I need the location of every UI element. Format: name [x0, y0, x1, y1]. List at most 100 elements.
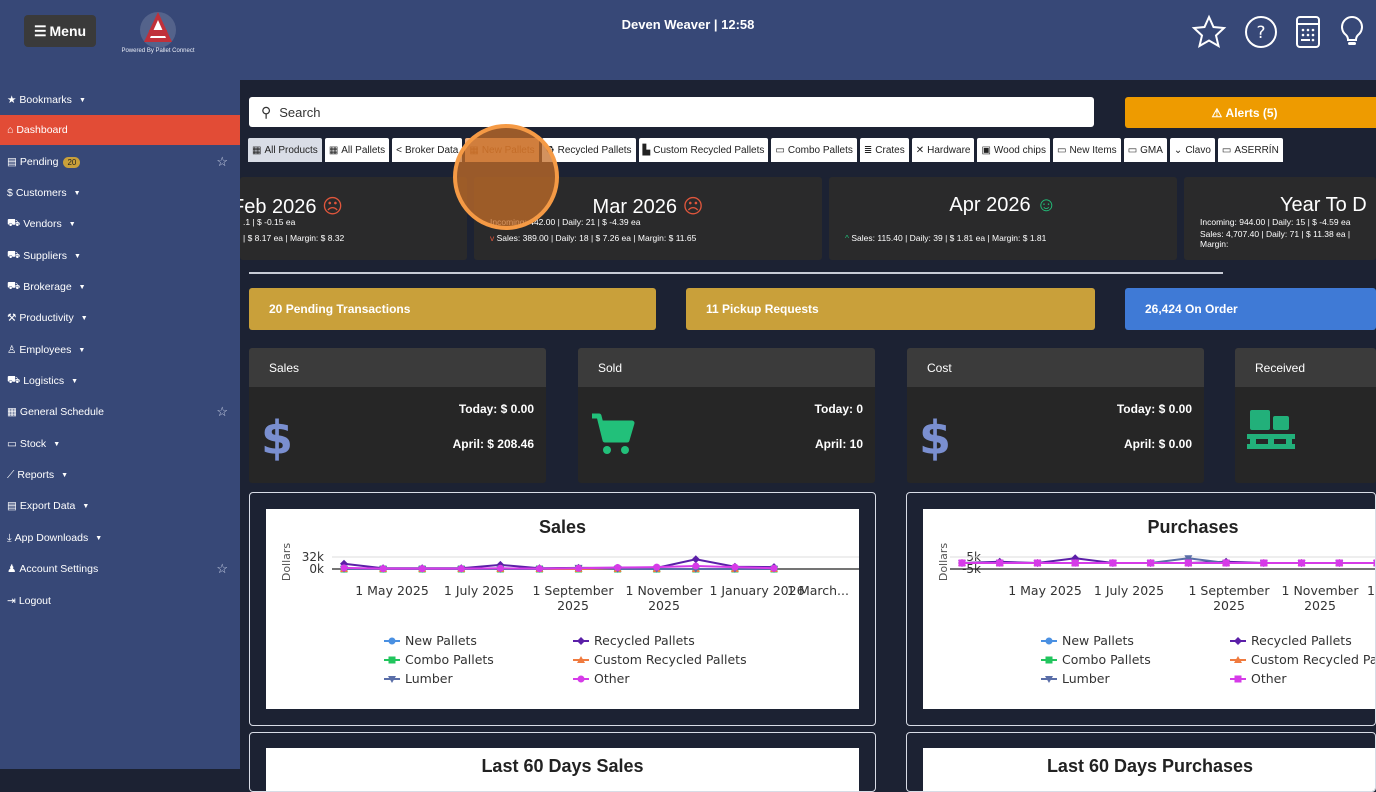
stat-month: April: $ 0.00 — [1124, 437, 1192, 451]
tab-icon: ▙ — [643, 145, 651, 156]
month-title-text: Mar 2026 — [593, 196, 678, 218]
sidebar-icon: ♟ — [7, 563, 16, 575]
sidebar-item-stock[interactable]: ▭Stock▼ — [0, 429, 240, 459]
sidebar-item-dashboard[interactable]: ⌂Dashboard — [0, 115, 240, 145]
caret-down-icon: ▼ — [61, 472, 68, 479]
legend-item[interactable]: Other — [573, 671, 630, 686]
legend-item[interactable]: Combo Pallets — [384, 652, 494, 667]
sidebar-item-logout[interactable]: ⇥Logout — [0, 586, 240, 616]
tab-new-items[interactable]: ▭New Items — [1053, 138, 1121, 162]
search-input[interactable]: ⚲Search — [249, 97, 1094, 127]
last-60-purchases-panel: Last 60 Days Purchases — [906, 732, 1376, 792]
tab-hardware[interactable]: ✕Hardware — [912, 138, 975, 162]
star-icon[interactable] — [1191, 14, 1227, 50]
legend-item[interactable]: Lumber — [1041, 671, 1110, 686]
sidebar-item-label: Dashboard — [16, 124, 67, 136]
sidebar-item-export-data[interactable]: ▤Export Data▼ — [0, 491, 240, 521]
data-point — [1046, 638, 1053, 645]
legend-label: Recycled Pallets — [1251, 633, 1352, 648]
lightbulb-icon[interactable] — [1334, 14, 1370, 50]
sidebar-item-logistics[interactable]: ⛟Logistics▼ — [0, 366, 240, 396]
sidebar-item-customers[interactable]: $Customers▼ — [0, 178, 240, 208]
sidebar-item-app-downloads[interactable]: ⤓App Downloads▼ — [0, 523, 240, 553]
status-label: Pending Transactions — [286, 302, 411, 316]
legend-item[interactable]: New Pallets — [384, 633, 477, 648]
sidebar-icon: ▭ — [7, 438, 17, 450]
stat-month: April: $ 208.46 — [453, 437, 534, 451]
data-point — [341, 564, 348, 571]
sidebar-item-label: Suppliers — [23, 250, 67, 262]
logo[interactable]: Powered By Pallet Connect — [112, 8, 204, 58]
legend-item[interactable]: Custom Recycled Pallets — [1230, 652, 1376, 667]
sidebar-item-label: Productivity — [19, 312, 73, 324]
tab-broker-data[interactable]: <Broker Data — [392, 138, 462, 162]
sidebar-item-productivity[interactable]: ⚒Productivity▼ — [0, 303, 240, 333]
sidebar-icon: $ — [7, 187, 13, 199]
legend-item[interactable]: Lumber — [384, 671, 453, 686]
legend-item[interactable]: Combo Pallets — [1041, 652, 1151, 667]
sidebar-item-vendors[interactable]: ⛟Vendors▼ — [0, 209, 240, 239]
legend-item[interactable]: Recycled Pallets — [1230, 633, 1352, 648]
legend-item[interactable]: Recycled Pallets — [573, 633, 695, 648]
tab-crates[interactable]: ≣Crates — [860, 138, 909, 162]
tab-custom-recycled-pallets[interactable]: ▙Custom Recycled Pallets — [639, 138, 769, 162]
stat-card-sales: Sales$Today: $ 0.00April: $ 208.46 — [249, 348, 546, 483]
tab-clavo[interactable]: ⌄Clavo — [1170, 138, 1215, 162]
sidebar-item-bookmarks[interactable]: ★Bookmarks▼ — [0, 85, 240, 115]
sad-face-icon: ☹ — [317, 196, 343, 218]
stat-title: Received — [1235, 348, 1376, 387]
legend-item[interactable]: Other — [1230, 671, 1287, 686]
x-tick-line: 1 September — [1188, 583, 1270, 598]
status-bar-on-order[interactable]: 26,424 On Order — [1125, 288, 1376, 330]
sidebar-item-reports[interactable]: ⟋Reports▼ — [0, 460, 240, 490]
month-title-text: Feb 2026 — [240, 196, 317, 218]
bookmark-star-icon[interactable]: ☆ — [216, 154, 228, 170]
x-tick-label: 1 September2025 — [532, 583, 614, 613]
data-point — [1185, 560, 1192, 567]
tab-icon: ▦ — [329, 145, 338, 156]
tab-wood-chips[interactable]: ▣Wood chips — [977, 138, 1050, 162]
legend-label: Custom Recycled Pallets — [594, 652, 747, 667]
status-count: 26,424 — [1145, 302, 1182, 316]
tab-combo-pallets[interactable]: ▭Combo Pallets — [771, 138, 856, 162]
legend-item[interactable]: New Pallets — [1041, 633, 1134, 648]
happy-face-icon: ☺ — [1031, 194, 1057, 216]
tab-all-pallets[interactable]: ▦All Pallets — [325, 138, 389, 162]
status-label: On Order — [1185, 302, 1238, 316]
data-point — [692, 563, 699, 570]
sidebar-item-brokerage[interactable]: ⛟Brokerage▼ — [0, 272, 240, 302]
calculator-icon[interactable] — [1290, 14, 1326, 50]
sidebar: ★Bookmarks▼⌂Dashboard▤Pending20☆$Custome… — [0, 80, 240, 769]
data-point — [380, 565, 387, 572]
sidebar-item-suppliers[interactable]: ⛟Suppliers▼ — [0, 241, 240, 271]
tab-label: All Pallets — [341, 145, 385, 156]
sidebar-item-label: Export Data — [20, 500, 75, 512]
data-point — [1234, 637, 1242, 645]
x-tick-line: 2025 — [1213, 598, 1245, 613]
svg-text:$: $ — [919, 412, 949, 462]
help-icon[interactable]: ? — [1243, 14, 1279, 50]
x-tick-line: 2025 — [648, 598, 680, 613]
sidebar-item-account-settings[interactable]: ♟Account Settings☆ — [0, 554, 240, 584]
tab-gma[interactable]: ▭GMA — [1124, 138, 1167, 162]
tab-aserrín[interactable]: ▭ASERRÍN — [1218, 138, 1283, 162]
data-point — [996, 560, 1003, 567]
legend-item[interactable]: Custom Recycled Pallets — [573, 652, 747, 667]
purchases-chart-panel: PurchasesDollars5k-5k1 May 20251 July 20… — [906, 492, 1376, 726]
stat-title: Sales — [249, 348, 546, 387]
status-bar-pending-transactions[interactable]: 20 Pending Transactions — [249, 288, 656, 330]
chart-title: Sales — [539, 517, 586, 537]
status-bar-pickup-requests[interactable]: 11 Pickup Requests — [686, 288, 1095, 330]
cart-icon — [590, 412, 636, 461]
bookmark-star-icon[interactable]: ☆ — [216, 404, 228, 420]
tab-icon: < — [396, 145, 402, 156]
bookmark-star-icon[interactable]: ☆ — [216, 561, 228, 577]
sidebar-item-pending[interactable]: ▤Pending20☆ — [0, 147, 240, 177]
sidebar-item-general-schedule[interactable]: ▦General Schedule☆ — [0, 397, 240, 427]
caret-down-icon: ▼ — [79, 97, 86, 104]
tab-all-products[interactable]: ▦All Products — [248, 138, 322, 162]
alerts-button[interactable]: ⚠ Alerts (5) — [1125, 97, 1376, 128]
sidebar-item-employees[interactable]: ♙Employees▼ — [0, 335, 240, 365]
scroll-divider[interactable] — [249, 272, 1223, 274]
month-line2: Sales: 4,707.40 | Daily: 71 | $ 11.38 ea… — [1200, 229, 1372, 249]
